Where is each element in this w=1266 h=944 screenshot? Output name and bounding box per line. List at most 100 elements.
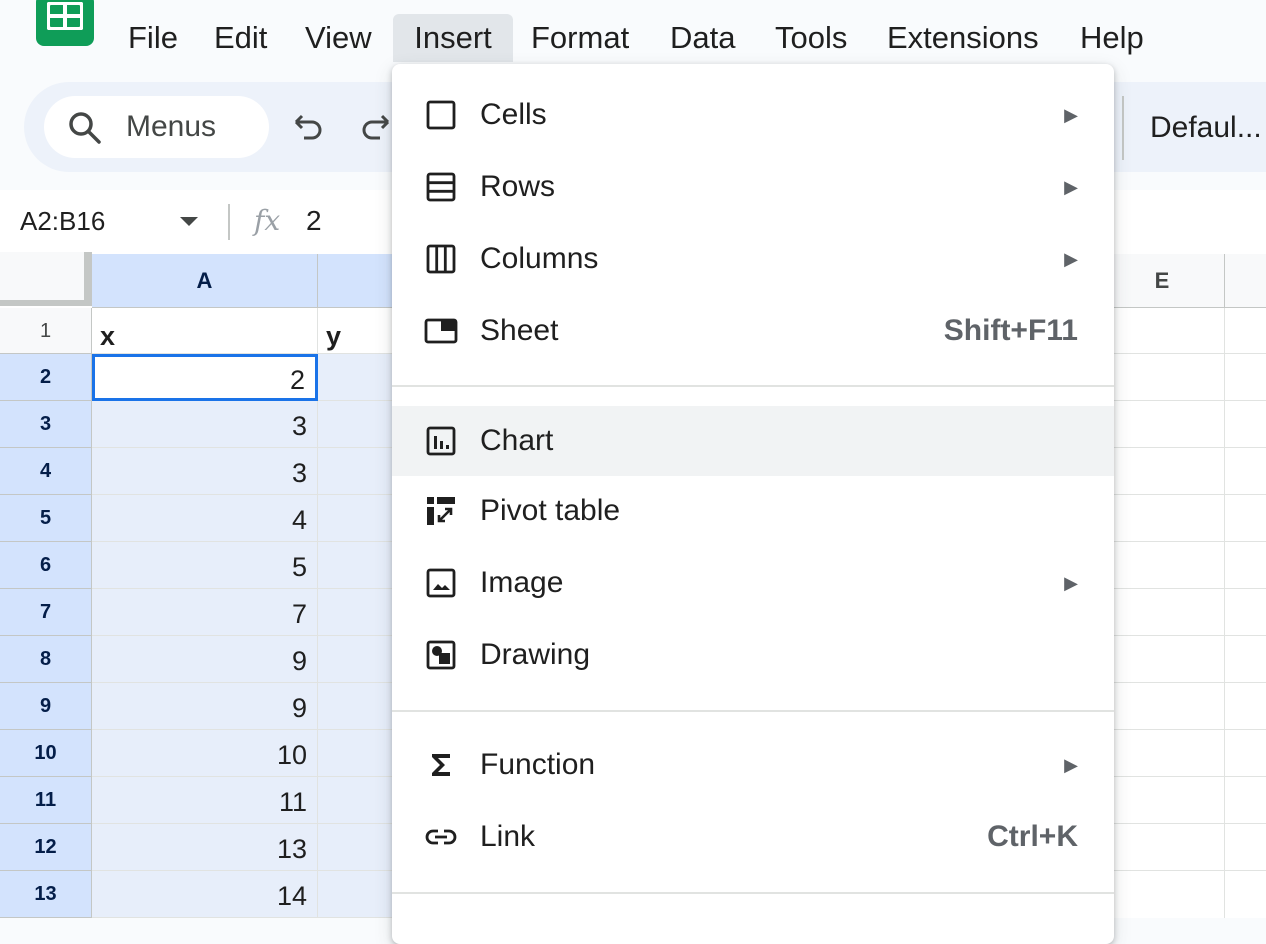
table-cell[interactable]: 11 (92, 777, 318, 824)
menu-item-drawing[interactable]: Drawing (392, 620, 1114, 690)
submenu-arrow-icon: ▶ (1064, 177, 1078, 197)
row-header[interactable]: 4 (0, 448, 92, 495)
row-header[interactable]: 11 (0, 777, 92, 824)
row-header[interactable]: 6 (0, 542, 92, 589)
table-cell[interactable]: 9 (92, 683, 318, 730)
table-cell[interactable] (318, 683, 398, 730)
row-header[interactable]: 1 (0, 308, 92, 354)
menu-item-label: Chart (480, 424, 554, 457)
column-header-e[interactable]: E (1100, 254, 1225, 308)
menu-item-rows[interactable]: Rows ▶ (392, 152, 1114, 222)
row-header[interactable]: 8 (0, 636, 92, 683)
grid-line (1112, 541, 1266, 542)
cell-a2[interactable]: 2 (92, 354, 318, 401)
menu-search-label: Menus (126, 110, 217, 143)
table-cell[interactable] (318, 730, 398, 777)
redo-icon[interactable] (362, 112, 392, 142)
cell-b2[interactable] (318, 354, 398, 401)
table-cell[interactable] (318, 495, 398, 542)
table-cell[interactable]: 5 (92, 542, 318, 589)
table-cell[interactable] (318, 448, 398, 495)
fx-icon: fx (254, 204, 281, 237)
table-cell[interactable] (318, 636, 398, 683)
menu-item-label: Rows (480, 170, 556, 203)
table-cell[interactable] (318, 777, 398, 824)
table-cell[interactable] (318, 589, 398, 636)
submenu-arrow-icon: ▶ (1064, 105, 1078, 125)
menu-item-chart[interactable]: Chart (392, 406, 1114, 476)
row-header[interactable]: 10 (0, 730, 92, 777)
cell-a1[interactable]: x (92, 308, 318, 354)
name-box[interactable]: A2:B16 (20, 200, 105, 242)
menu-item-sheet[interactable]: Sheet Shift+F11 (392, 296, 1114, 366)
menu-item-link[interactable]: Link Ctrl+K (392, 802, 1114, 872)
column-header-a[interactable]: A (92, 254, 318, 308)
menu-edit[interactable]: Edit (214, 14, 267, 62)
grid-line (1112, 494, 1266, 495)
shortcut-label: Shift+F11 (943, 314, 1078, 347)
menu-extensions[interactable]: Extensions (887, 14, 1039, 62)
table-cell[interactable]: 4 (92, 495, 318, 542)
table-cell[interactable]: 3 (92, 448, 318, 495)
submenu-arrow-icon: ▶ (1064, 573, 1078, 593)
chevron-down-icon[interactable] (180, 217, 198, 226)
sigma-icon (432, 754, 450, 776)
table-cell[interactable] (318, 824, 398, 871)
table-cell[interactable] (318, 401, 398, 448)
menu-item-label: Drawing (480, 638, 591, 671)
column-header-f[interactable] (1225, 254, 1266, 308)
drawing-icon (426, 640, 456, 670)
row-header[interactable]: 13 (0, 871, 92, 918)
menu-item-label: Columns (480, 242, 599, 275)
menu-file[interactable]: File (128, 14, 178, 62)
menu-item-label: Image (480, 566, 564, 599)
grid-line (1112, 588, 1266, 589)
select-all-corner[interactable] (0, 252, 92, 306)
menu-item-image[interactable]: Image ▶ (392, 548, 1114, 618)
menu-item-label: Pivot table (480, 494, 621, 527)
row-header[interactable]: 12 (0, 824, 92, 871)
menu-item-columns[interactable]: Columns ▶ (392, 224, 1114, 294)
menu-view[interactable]: View (305, 14, 372, 62)
row-header[interactable]: 9 (0, 683, 92, 730)
grid-line (1112, 776, 1266, 777)
menu-search-button[interactable]: Menus (44, 96, 269, 158)
menu-item-pivot-table[interactable]: Pivot table (392, 476, 1114, 546)
cells-icon (426, 100, 456, 130)
table-cell[interactable]: 13 (92, 824, 318, 871)
sheets-logo[interactable] (36, 0, 94, 46)
table-cell[interactable] (318, 542, 398, 589)
table-cell[interactable]: 9 (92, 636, 318, 683)
rows-icon (426, 172, 456, 202)
columns-icon (426, 244, 456, 274)
shortcut-label: Ctrl+K (987, 820, 1078, 853)
row-header[interactable]: 7 (0, 589, 92, 636)
menu-item-cells[interactable]: Cells ▶ (392, 80, 1114, 150)
table-cell[interactable]: 14 (92, 871, 318, 918)
menu-tools[interactable]: Tools (775, 14, 847, 62)
undo-icon[interactable] (292, 112, 324, 142)
formula-input[interactable]: 2 (306, 200, 322, 242)
menu-help[interactable]: Help (1080, 14, 1144, 62)
table-cell[interactable] (318, 871, 398, 918)
menu-separator (392, 892, 1114, 894)
menu-separator (392, 710, 1114, 712)
cell-b1[interactable]: y (318, 308, 398, 354)
search-icon (69, 112, 101, 144)
grid-line (1112, 823, 1266, 824)
font-select[interactable]: Defaul... (1122, 96, 1266, 160)
grid-line (1112, 400, 1266, 401)
row-header[interactable]: 3 (0, 401, 92, 448)
grid-line (1112, 447, 1266, 448)
table-cell[interactable]: 7 (92, 589, 318, 636)
menu-format[interactable]: Format (531, 14, 629, 62)
menu-item-function[interactable]: Function ▶ (392, 730, 1114, 800)
menu-insert[interactable]: Insert (393, 14, 513, 62)
menu-data[interactable]: Data (670, 14, 735, 62)
table-cell[interactable]: 3 (92, 401, 318, 448)
sheets-grid-icon (47, 2, 83, 30)
row-header[interactable]: 2 (0, 354, 92, 401)
column-header-b[interactable] (318, 254, 398, 308)
row-header[interactable]: 5 (0, 495, 92, 542)
table-cell[interactable]: 10 (92, 730, 318, 777)
